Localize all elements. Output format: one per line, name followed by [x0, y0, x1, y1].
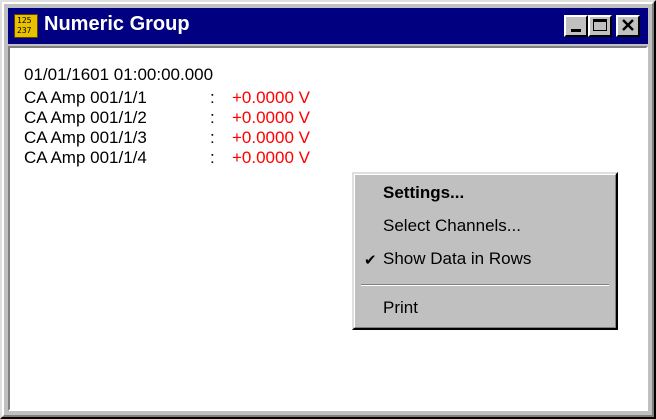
menu-item-print[interactable]: Print	[355, 292, 615, 326]
window-frame: 125 237 Numeric Group 01/01/1601 01:00:0…	[2, 2, 654, 417]
maximize-icon	[593, 19, 607, 31]
close-button[interactable]	[616, 15, 640, 37]
timestamp-label: 01/01/1601 01:00:00.000	[24, 65, 214, 84]
menu-item-label: Select Channels...	[383, 216, 521, 235]
channel-value: +0.0000 V	[232, 148, 310, 167]
maximize-button[interactable]	[588, 15, 612, 37]
numeric-group-window: 125 237 Numeric Group 01/01/1601 01:00:0…	[0, 0, 656, 419]
menu-item-label: Settings...	[383, 183, 465, 202]
menu-item-select-channels[interactable]: Select Channels...	[355, 210, 615, 244]
channel-value: +0.0000 V	[232, 108, 310, 127]
icon-digits-bottom: 237	[17, 26, 32, 35]
minimize-icon	[571, 29, 581, 32]
menu-item-show-data-in-rows[interactable]: ✔ Show Data in Rows	[355, 243, 615, 277]
channel-separator: :	[210, 128, 215, 147]
channel-value: +0.0000 V	[232, 88, 310, 107]
channel-separator: :	[210, 148, 215, 167]
close-icon	[622, 19, 634, 31]
window-title: Numeric Group	[44, 13, 190, 35]
menu-item-label: Print	[383, 298, 418, 317]
menu-separator	[361, 284, 609, 286]
title-bar[interactable]: 125 237 Numeric Group	[8, 8, 648, 44]
numeric-group-icon[interactable]: 125 237	[14, 14, 38, 38]
channel-name: CA Amp 001/1/4	[24, 148, 147, 167]
icon-digits-top: 125	[17, 16, 32, 25]
channel-name: CA Amp 001/1/2	[24, 108, 147, 127]
channel-name: CA Amp 001/1/1	[24, 88, 147, 107]
menu-item-label: Show Data in Rows	[383, 249, 532, 268]
minimize-button[interactable]	[564, 15, 588, 37]
menu-item-settings[interactable]: Settings...	[355, 177, 615, 211]
checkmark-icon: ✔	[364, 252, 377, 269]
context-menu: Settings... Select Channels... ✔ Show Da…	[352, 172, 618, 330]
channel-name: CA Amp 001/1/3	[24, 128, 147, 147]
channel-separator: :	[210, 88, 215, 107]
channel-separator: :	[210, 108, 215, 127]
channel-value: +0.0000 V	[232, 128, 310, 147]
context-menu-frame: Settings... Select Channels... ✔ Show Da…	[354, 174, 616, 328]
